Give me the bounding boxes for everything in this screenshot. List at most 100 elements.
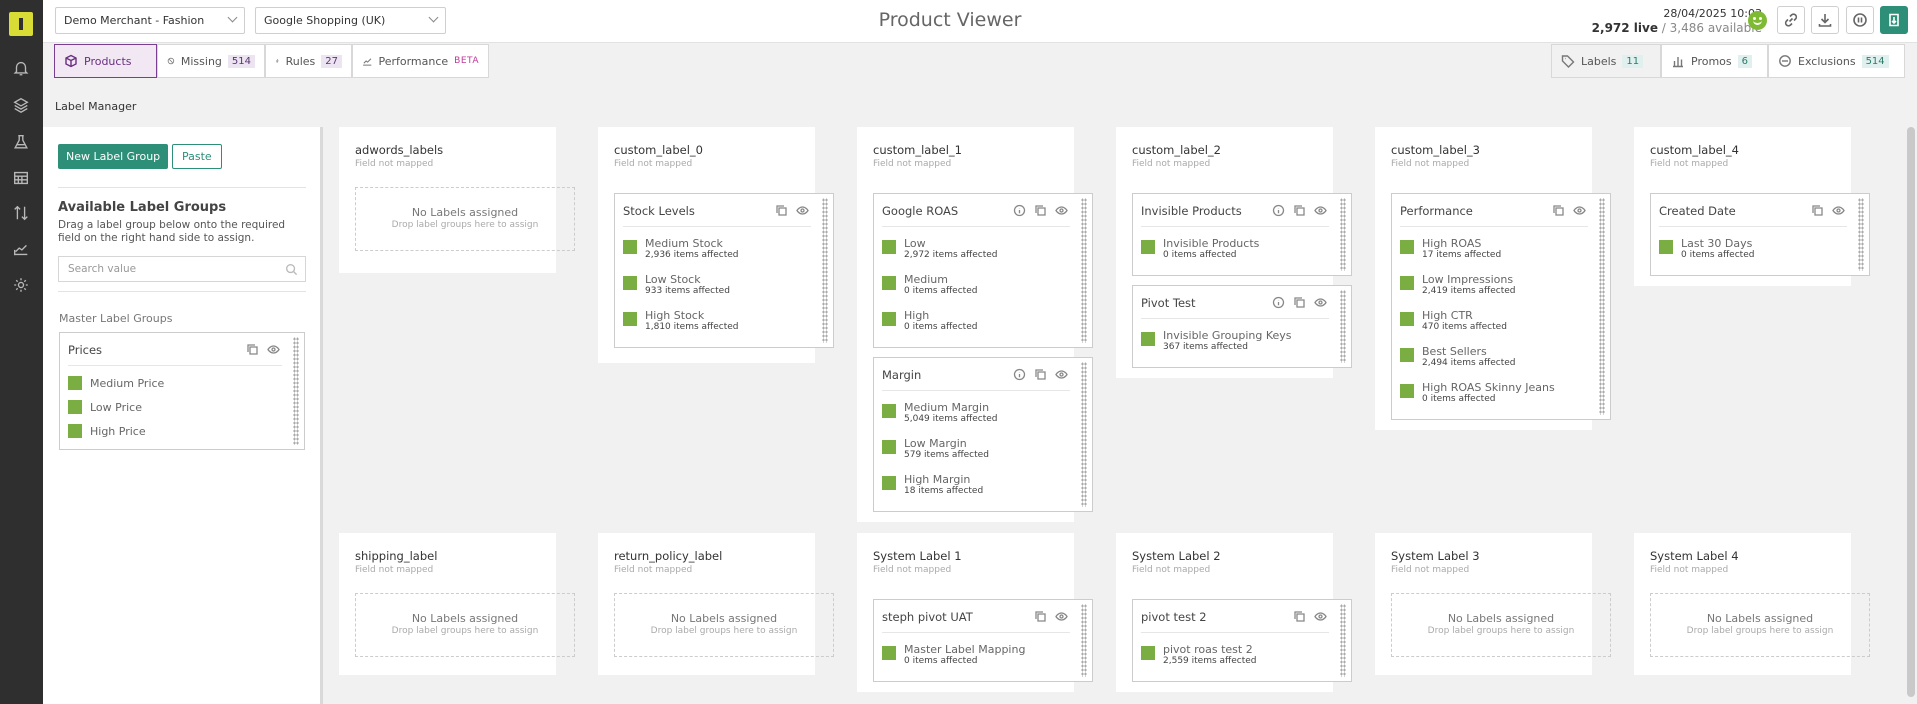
divider	[58, 291, 306, 292]
layers-icon[interactable]	[11, 95, 31, 115]
field-column-adwords-labels[interactable]: adwords_labels Field not mapped No Labels …	[339, 127, 575, 273]
label-group-card[interactable]: Pivot Test Invisible Grouping Keys 367 ite…	[1132, 285, 1352, 368]
drag-handle[interactable]	[1340, 198, 1346, 271]
drop-zone[interactable]: No Labels assigned Drop label groups here…	[1650, 593, 1870, 657]
label-group-card[interactable]: steph pivot UAT Master Label Mapping 0 ite…	[873, 599, 1093, 682]
drop-zone[interactable]: No Labels assigned Drop label groups here…	[355, 187, 575, 251]
label-item: pivot roas test 2 2,559 items affected	[1141, 643, 1257, 667]
tab-performance-label: Performance	[378, 54, 449, 68]
eye-icon[interactable]	[267, 343, 280, 356]
sort-icon[interactable]	[11, 203, 31, 223]
copy-icon[interactable]	[1293, 610, 1306, 623]
bell-icon[interactable]	[11, 58, 31, 78]
tab-exclusions[interactable]: Exclusions 514	[1768, 44, 1905, 78]
eye-icon[interactable]	[1055, 204, 1068, 217]
copy-icon[interactable]	[775, 204, 788, 217]
label-group-card[interactable]: pivot test 2 pivot roas test 2 2,559 items…	[1132, 599, 1352, 682]
field-column-shipping-label[interactable]: shipping_label Field not mapped No Labels …	[339, 533, 575, 675]
field-column-custom-label-1[interactable]: custom_label_1 Field not mapped Google ROA…	[857, 127, 1093, 522]
label-group-card[interactable]: Margin Medium Margin 5,049 items affected L…	[873, 357, 1093, 512]
logo[interactable]	[9, 12, 33, 36]
label-swatch	[1659, 240, 1673, 254]
copy-icon[interactable]	[1552, 204, 1565, 217]
tab-labels[interactable]: Labels 11	[1551, 44, 1661, 78]
field-column-system-label-1[interactable]: System Label 1 Field not mapped steph pivo…	[857, 533, 1093, 692]
merchant-select[interactable]: Demo Merchant - Fashion	[55, 7, 245, 34]
download-icon	[1818, 14, 1832, 27]
field-column-system-label-3[interactable]: System Label 3 Field not mapped No Labels …	[1375, 533, 1611, 675]
tab-performance[interactable]: Performance BETA	[352, 44, 489, 78]
info-icon[interactable]	[1013, 204, 1026, 217]
drag-handle[interactable]	[1340, 604, 1346, 677]
available-label-groups-description: Drag a label group below onto the requir…	[58, 219, 286, 244]
tab-products[interactable]: Products	[54, 44, 157, 78]
drag-handle[interactable]	[1081, 604, 1087, 677]
field-mapping-status: Field not mapped	[1650, 565, 1729, 575]
paste-button[interactable]: Paste	[172, 144, 222, 169]
gear-icon[interactable]	[11, 275, 31, 295]
drop-zone[interactable]: No Labels assigned Drop label groups here…	[355, 593, 575, 657]
field-column-system-label-4[interactable]: System Label 4 Field not mapped No Labels …	[1634, 533, 1870, 675]
field-column-system-label-2[interactable]: System Label 2 Field not mapped pivot test…	[1116, 533, 1352, 692]
grid-icon[interactable]	[11, 168, 31, 188]
field-column-custom-label-4[interactable]: custom_label_4 Field not mapped Created Da…	[1634, 127, 1870, 286]
label-group-card-prices[interactable]: Prices Medium Price Low Price High Price	[59, 332, 305, 450]
scrollbar-thumb[interactable]	[1907, 127, 1915, 697]
tab-rules[interactable]: Rules 27	[265, 44, 352, 78]
eye-icon[interactable]	[1055, 368, 1068, 381]
info-icon[interactable]	[1272, 296, 1285, 309]
drag-handle[interactable]	[1599, 198, 1605, 415]
download-button[interactable]	[1811, 6, 1839, 34]
eye-icon[interactable]	[1314, 610, 1327, 623]
copy-icon[interactable]	[1034, 610, 1047, 623]
drop-zone[interactable]: No Labels assigned Drop label groups here…	[614, 593, 834, 657]
tab-missing[interactable]: Missing 514	[157, 44, 265, 78]
export-button[interactable]	[1880, 6, 1908, 34]
label-item-name: Invisible Grouping Keys	[1163, 329, 1292, 342]
label-item-name: Low Stock	[645, 273, 701, 286]
field-name: System Label 2	[1132, 549, 1221, 563]
drag-handle[interactable]	[1340, 290, 1346, 363]
search-input[interactable]: Search value	[58, 256, 306, 282]
eye-icon[interactable]	[1832, 204, 1845, 217]
channel-select[interactable]: Google Shopping (UK)	[255, 7, 446, 34]
new-label-group-button[interactable]: New Label Group	[58, 144, 169, 169]
drag-handle[interactable]	[1858, 198, 1864, 271]
eye-icon[interactable]	[1573, 204, 1586, 217]
link-button[interactable]	[1777, 6, 1805, 34]
chart-icon[interactable]	[11, 239, 31, 259]
copy-icon[interactable]	[1293, 204, 1306, 217]
copy-icon[interactable]	[1811, 204, 1824, 217]
copy-icon[interactable]	[246, 343, 259, 356]
drop-zone[interactable]: No Labels assigned Drop label groups here…	[1391, 593, 1611, 657]
label-group-name: Prices	[68, 343, 103, 357]
field-column-custom-label-0[interactable]: custom_label_0 Field not mapped Stock Leve…	[598, 127, 834, 363]
eye-icon[interactable]	[1314, 296, 1327, 309]
field-column-custom-label-2[interactable]: custom_label_2 Field not mapped Invisible …	[1116, 127, 1352, 378]
info-icon[interactable]	[1272, 204, 1285, 217]
copy-icon[interactable]	[1034, 368, 1047, 381]
pause-button[interactable]	[1846, 6, 1874, 34]
label-group-card[interactable]: Created Date Last 30 Days 0 items affected	[1650, 193, 1870, 276]
divider	[882, 390, 1070, 391]
copy-icon[interactable]	[1034, 204, 1047, 217]
label-group-card[interactable]: Invisible Products Invisible Products 0 it…	[1132, 193, 1352, 276]
eye-icon[interactable]	[1314, 204, 1327, 217]
label-group-card[interactable]: Performance High ROAS 17 items affected Low…	[1391, 193, 1611, 420]
info-icon[interactable]	[1013, 368, 1026, 381]
drag-handle[interactable]	[822, 198, 828, 343]
items-affected: 0 items affected	[1422, 394, 1496, 404]
tab-promos[interactable]: Promos 6	[1661, 44, 1768, 78]
eye-icon[interactable]	[1055, 610, 1068, 623]
field-column-return-policy-label[interactable]: return_policy_label Field not mapped No La…	[598, 533, 834, 675]
product-stats: 28/04/2025 10:03 2,972 live / 3,486 avai…	[1592, 6, 1762, 36]
drag-handle[interactable]	[293, 337, 299, 445]
drag-handle[interactable]	[1081, 198, 1087, 343]
label-group-card[interactable]: Google ROAS Low 2,972 items affected Medium…	[873, 193, 1093, 348]
drag-handle[interactable]	[1081, 362, 1087, 507]
eye-icon[interactable]	[796, 204, 809, 217]
copy-icon[interactable]	[1293, 296, 1306, 309]
field-column-custom-label-3[interactable]: custom_label_3 Field not mapped Performanc…	[1375, 127, 1611, 430]
flask-icon[interactable]	[11, 132, 31, 152]
label-group-card[interactable]: Stock Levels Medium Stock 2,936 items affe…	[614, 193, 834, 348]
